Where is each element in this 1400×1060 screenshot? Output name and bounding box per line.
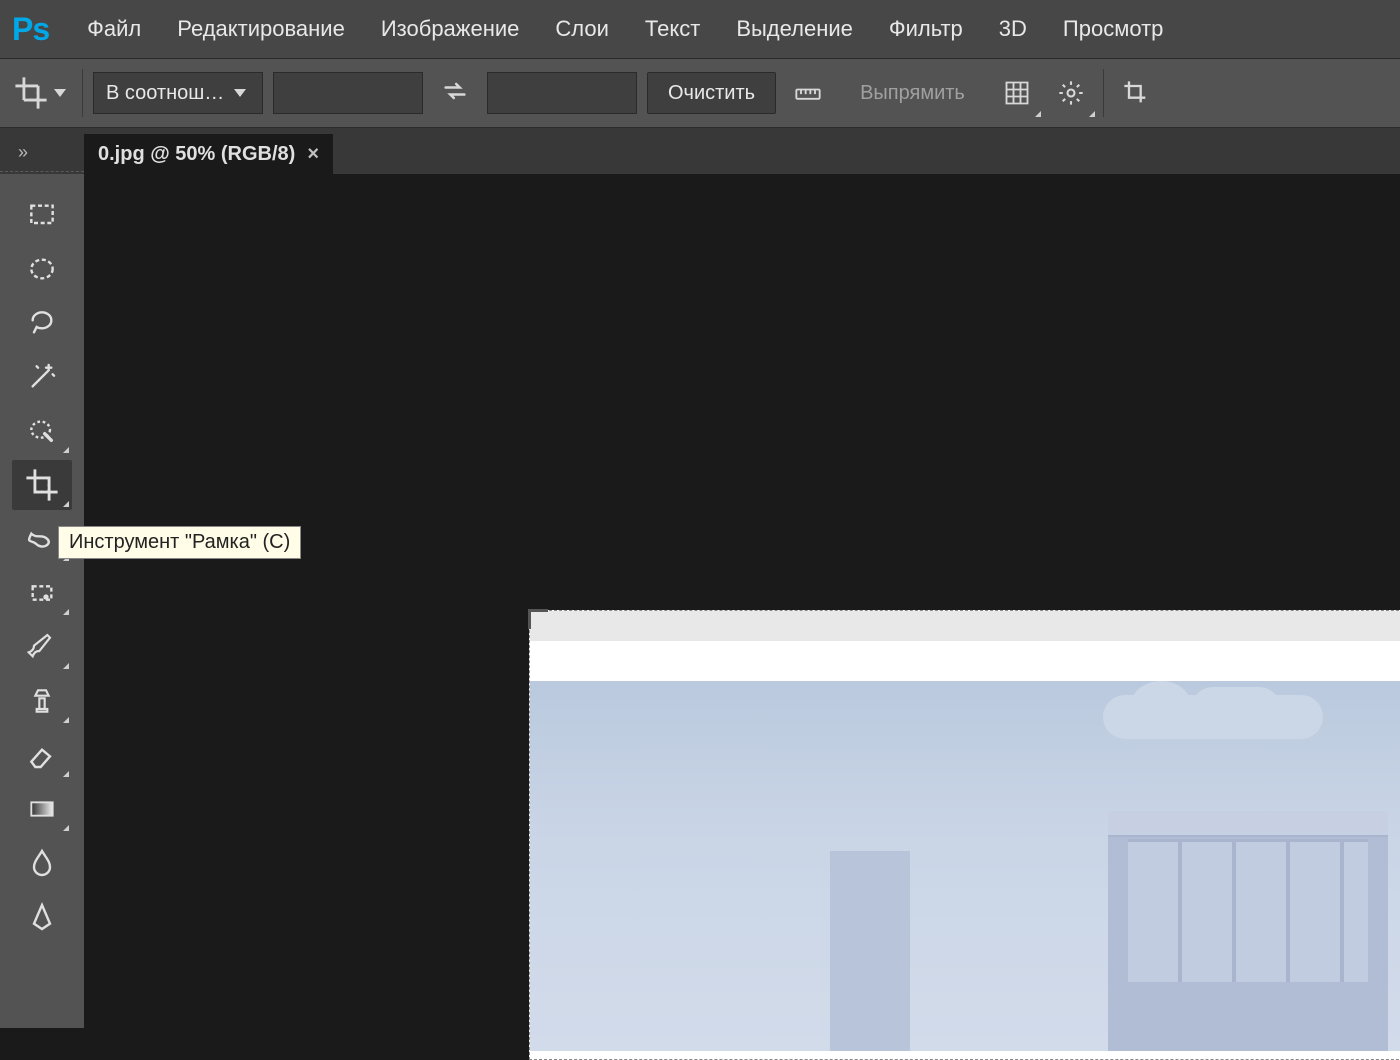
chevron-down-icon bbox=[54, 89, 66, 97]
content-aware-button[interactable] bbox=[1114, 71, 1158, 115]
tool-blur[interactable] bbox=[12, 838, 72, 888]
document-tab[interactable]: 0.jpg @ 50% (RGB/8) × bbox=[84, 134, 333, 174]
grid-icon bbox=[1003, 76, 1031, 110]
gradient-icon bbox=[26, 793, 58, 825]
menu-3d[interactable]: 3D bbox=[981, 0, 1045, 58]
brush-icon bbox=[26, 631, 58, 663]
chevron-down-icon bbox=[234, 89, 246, 97]
tooltip: Инструмент "Рамка" (C) bbox=[58, 526, 301, 559]
blur-icon bbox=[26, 847, 58, 879]
tool-elliptical-marquee[interactable] bbox=[12, 244, 72, 294]
menu-filter[interactable]: Фильтр bbox=[871, 0, 981, 58]
canvas-content bbox=[530, 641, 1400, 681]
close-icon[interactable]: × bbox=[307, 143, 319, 166]
crop-handle[interactable] bbox=[528, 609, 548, 629]
rectangular-marquee-icon bbox=[26, 199, 58, 231]
artboard-icon bbox=[26, 577, 58, 609]
clear-button[interactable]: Очистить bbox=[647, 72, 776, 114]
grid-overlay-button[interactable] bbox=[995, 71, 1039, 115]
tool-gradient[interactable] bbox=[12, 784, 72, 834]
crop-height-input[interactable] bbox=[487, 72, 637, 114]
canvas-content bbox=[530, 611, 1400, 641]
crop-icon bbox=[14, 76, 48, 110]
swap-icon bbox=[441, 77, 469, 105]
ruler-icon bbox=[794, 76, 822, 110]
menubar: Ps Файл Редактирование Изображение Слои … bbox=[0, 0, 1400, 58]
tool-artboard[interactable] bbox=[12, 568, 72, 618]
eraser-icon bbox=[26, 739, 58, 771]
menu-view[interactable]: Просмотр bbox=[1045, 0, 1181, 58]
lasso-icon bbox=[26, 307, 58, 339]
tool-clone-stamp[interactable] bbox=[12, 676, 72, 726]
menu-layers[interactable]: Слои bbox=[537, 0, 627, 58]
dropdown-label: В соотнош… bbox=[106, 82, 224, 105]
tool-eraser[interactable] bbox=[12, 730, 72, 780]
gear-icon bbox=[1057, 77, 1085, 109]
pen-icon bbox=[26, 901, 58, 933]
active-tool-indicator[interactable] bbox=[8, 70, 72, 116]
tool-crop[interactable] bbox=[12, 460, 72, 510]
crop-fill-icon bbox=[1122, 76, 1150, 110]
swap-dimensions-button[interactable] bbox=[433, 69, 477, 118]
toolbar-collapse-toggle[interactable]: » bbox=[0, 134, 84, 172]
straighten-button[interactable]: Выпрямить bbox=[840, 72, 985, 114]
divider bbox=[82, 69, 83, 117]
elliptical-marquee-icon bbox=[26, 253, 58, 285]
straighten-tool-button[interactable] bbox=[786, 71, 830, 115]
tool-brush[interactable] bbox=[12, 622, 72, 672]
tool-pen[interactable] bbox=[12, 892, 72, 942]
canvas-area[interactable] bbox=[84, 174, 1400, 1028]
options-bar: В соотнош… Очистить Выпрямить bbox=[0, 58, 1400, 128]
document-tabs: 0.jpg @ 50% (RGB/8) × bbox=[0, 128, 1400, 174]
document-canvas[interactable] bbox=[529, 610, 1400, 1060]
divider bbox=[1103, 69, 1104, 117]
canvas-content bbox=[530, 681, 1400, 1051]
tool-magic-wand[interactable] bbox=[12, 352, 72, 402]
menu-select[interactable]: Выделение bbox=[718, 0, 871, 58]
crop-width-input[interactable] bbox=[273, 72, 423, 114]
tools-panel bbox=[0, 174, 84, 1028]
frame-icon bbox=[26, 523, 58, 555]
tab-title: 0.jpg @ 50% (RGB/8) bbox=[98, 143, 295, 166]
menu-file[interactable]: Файл bbox=[69, 0, 159, 58]
app-logo: Ps bbox=[12, 11, 49, 48]
crop-icon bbox=[25, 468, 59, 502]
menu-image[interactable]: Изображение bbox=[363, 0, 538, 58]
clone-stamp-icon bbox=[26, 685, 58, 717]
menu-type[interactable]: Текст bbox=[627, 0, 718, 58]
tool-rectangular-marquee[interactable] bbox=[12, 190, 72, 240]
tool-quick-selection[interactable] bbox=[12, 406, 72, 456]
quick-selection-icon bbox=[26, 415, 58, 447]
tool-lasso[interactable] bbox=[12, 298, 72, 348]
aspect-ratio-dropdown[interactable]: В соотнош… bbox=[93, 72, 263, 114]
menu-edit[interactable]: Редактирование bbox=[159, 0, 363, 58]
magic-wand-icon bbox=[26, 361, 58, 393]
crop-settings-button[interactable] bbox=[1049, 71, 1093, 115]
